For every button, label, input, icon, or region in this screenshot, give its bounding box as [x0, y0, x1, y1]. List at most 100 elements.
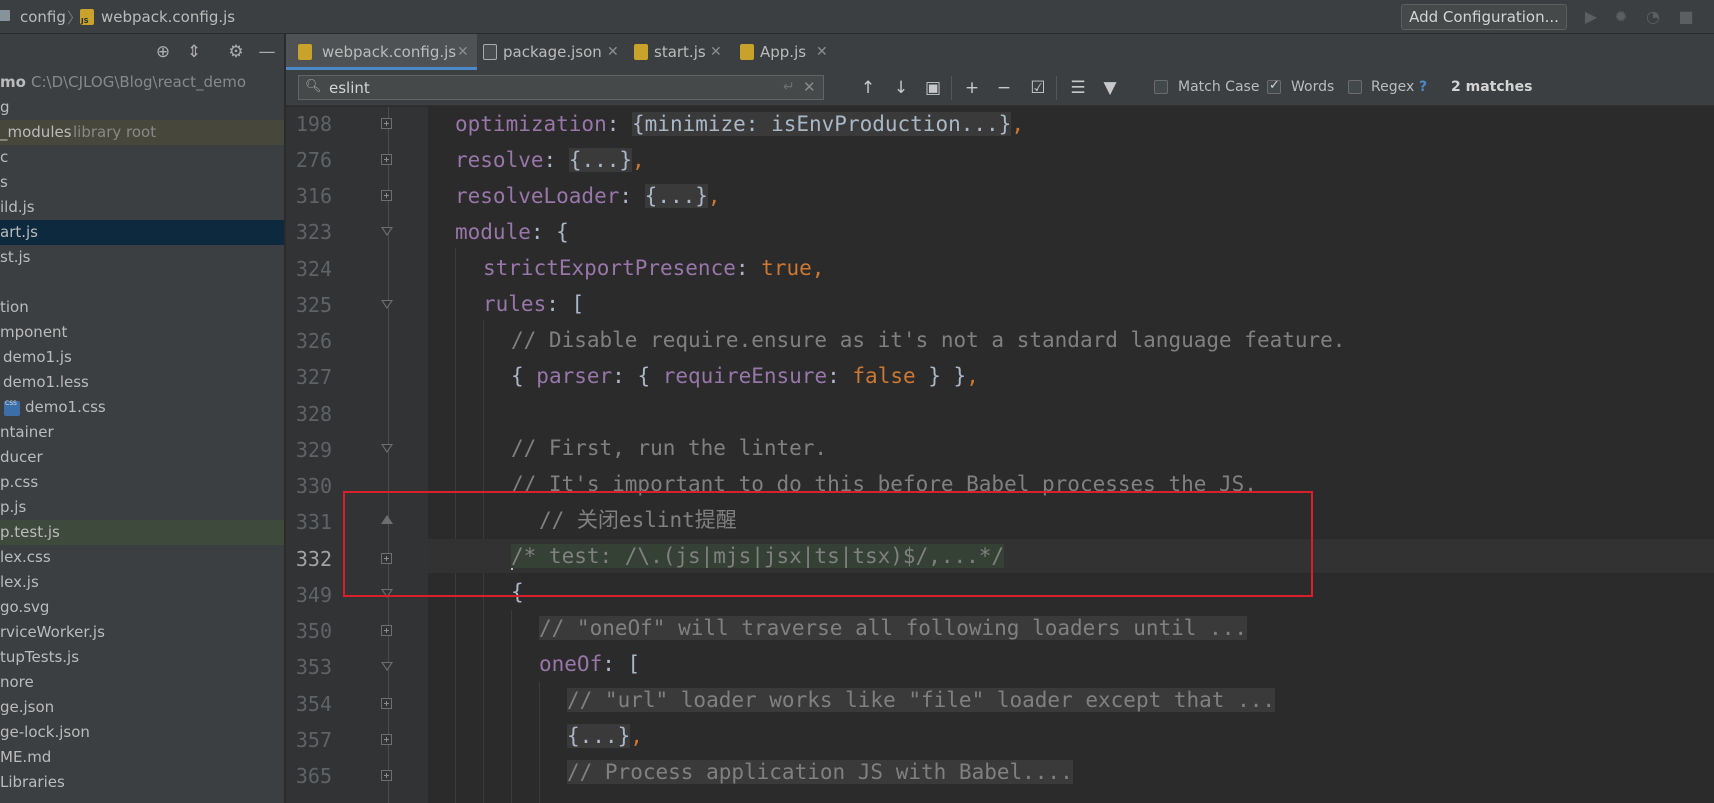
- folded-region[interactable]: {...}: [567, 724, 631, 748]
- collapse-fold-icon[interactable]: [381, 227, 393, 238]
- select-all-occurrences-icon[interactable]: ▣: [923, 78, 943, 98]
- tree-item[interactable]: tupTests.js: [0, 645, 284, 670]
- tab-webpack-config[interactable]: webpack.config.js ✕: [286, 34, 477, 70]
- code-line[interactable]: resolveLoader: {...},: [455, 179, 721, 213]
- expand-fold-icon[interactable]: [381, 154, 392, 165]
- folded-comment-region[interactable]: // "oneOf" will traverse all following l…: [539, 616, 1248, 640]
- tree-item[interactable]: go.svg: [0, 595, 284, 620]
- code-line-comment[interactable]: // First, run the linter.: [511, 431, 827, 465]
- add-configuration-button[interactable]: Add Configuration...: [1401, 4, 1567, 30]
- regex-help-icon[interactable]: ?: [1419, 79, 1427, 95]
- code-line[interactable]: oneOf: [: [539, 647, 640, 681]
- code-line[interactable]: rules: [: [483, 287, 584, 321]
- folded-comment-region[interactable]: // Process application JS with Babel....: [567, 760, 1073, 784]
- tree-item[interactable]: lex.js: [0, 570, 284, 595]
- tree-item[interactable]: lex.css: [0, 545, 284, 570]
- breadcrumb-folder[interactable]: config: [20, 8, 66, 26]
- code-line[interactable]: // "oneOf" will traverse all following l…: [539, 611, 1248, 645]
- stop-icon[interactable]: ■: [1678, 9, 1694, 25]
- tree-item[interactable]: ge.json: [0, 695, 284, 720]
- tree-item[interactable]: demo1.css: [0, 391, 284, 420]
- tree-item[interactable]: p.test.js: [0, 520, 284, 545]
- tree-item[interactable]: mo C:\D\CJLOG\Blog\react_demo: [0, 70, 284, 95]
- next-occurrence-icon[interactable]: ↓: [891, 78, 911, 98]
- tree-item[interactable]: p.js: [0, 495, 284, 520]
- tree-item[interactable]: g: [0, 95, 284, 120]
- tab-app-js[interactable]: App.js ✕: [736, 34, 846, 70]
- tree-item[interactable]: ge-lock.json: [0, 720, 284, 745]
- code-line[interactable]: // Process application JS with Babel....: [567, 755, 1073, 789]
- words-label[interactable]: Words: [1291, 79, 1334, 95]
- tree-item[interactable]: demo1.less: [0, 370, 284, 395]
- tree-item[interactable]: mponent: [0, 320, 284, 345]
- tree-item[interactable]: ducer: [0, 445, 284, 470]
- folded-region[interactable]: {...}: [644, 184, 708, 208]
- tree-item[interactable]: Libraries: [0, 770, 284, 795]
- new-line-icon[interactable]: ↵: [783, 79, 795, 95]
- tree-item-node-modules[interactable]: _modules library root: [0, 120, 284, 145]
- tree-item[interactable]: p.css: [0, 470, 284, 495]
- filter-icon[interactable]: ▼: [1100, 78, 1120, 98]
- close-icon[interactable]: ✕: [607, 34, 619, 70]
- breadcrumb-file[interactable]: webpack.config.js: [101, 8, 235, 26]
- expand-fold-icon[interactable]: [381, 625, 392, 636]
- expand-fold-icon[interactable]: [381, 190, 392, 201]
- folded-region[interactable]: {minimize: isEnvProduction...}: [632, 112, 1012, 136]
- run-icon[interactable]: ▶: [1583, 9, 1599, 25]
- expand-fold-icon[interactable]: [381, 118, 392, 129]
- locate-file-icon[interactable]: ⊕: [153, 42, 173, 62]
- tab-package-json[interactable]: package.json ✕: [477, 34, 630, 70]
- match-case-checkbox[interactable]: [1154, 80, 1168, 94]
- tree-item[interactable]: ild.js: [0, 195, 284, 220]
- folded-region[interactable]: {...}: [568, 148, 633, 172]
- tree-item[interactable]: s: [0, 170, 284, 195]
- collapse-fold-icon[interactable]: [381, 444, 393, 455]
- expand-fold-icon[interactable]: [381, 734, 392, 745]
- settings-gear-icon[interactable]: ⚙: [226, 42, 246, 62]
- tab-start-js[interactable]: start.js ✕: [630, 34, 736, 70]
- tree-item[interactable]: demo1.js: [0, 345, 284, 370]
- words-checkbox[interactable]: [1267, 78, 1281, 94]
- debug-icon[interactable]: ✹: [1613, 9, 1629, 25]
- collapse-fold-icon[interactable]: [381, 300, 393, 311]
- tree-item[interactable]: c: [0, 145, 284, 170]
- previous-occurrence-icon[interactable]: ↑: [858, 78, 878, 98]
- close-icon[interactable]: ✕: [457, 34, 469, 70]
- expand-fold-icon[interactable]: [381, 770, 392, 781]
- code-line[interactable]: resolve: {...},: [455, 143, 645, 177]
- tree-item[interactable]: st.js: [0, 245, 284, 270]
- collapse-all-icon[interactable]: ⇕: [184, 42, 204, 62]
- hide-panel-icon[interactable]: —: [257, 42, 277, 62]
- remove-occurrence-icon[interactable]: −: [994, 78, 1014, 98]
- folded-comment-region[interactable]: // "url" loader works like "file" loader…: [567, 688, 1276, 712]
- tree-item[interactable]: ME.md: [0, 745, 284, 770]
- match-case-label[interactable]: Match Case: [1178, 79, 1259, 95]
- code-line[interactable]: strictExportPresence: true,: [483, 251, 824, 285]
- close-icon[interactable]: ✕: [816, 34, 828, 70]
- add-occurrence-icon[interactable]: +: [962, 78, 982, 98]
- regex-label[interactable]: Regex: [1371, 79, 1414, 95]
- clear-search-icon[interactable]: ✕: [803, 78, 816, 96]
- close-icon[interactable]: ✕: [710, 34, 722, 70]
- code-line[interactable]: module: {: [455, 215, 569, 249]
- select-all-matches-icon[interactable]: ☑: [1028, 78, 1048, 98]
- search-field[interactable]: 🔍︎ ↵ ✕: [298, 75, 824, 100]
- code-line[interactable]: optimization: {minimize: isEnvProduction…: [455, 107, 1024, 141]
- tree-item[interactable]: tion: [0, 295, 284, 320]
- coverage-icon[interactable]: ◔: [1645, 9, 1661, 25]
- collapse-fold-icon[interactable]: [381, 662, 393, 673]
- search-input[interactable]: [329, 78, 749, 98]
- code-line-comment[interactable]: // Disable require.ensure as it's not a …: [511, 323, 1345, 357]
- tree-item-selected[interactable]: art.js: [0, 220, 284, 245]
- tree-item[interactable]: rviceWorker.js: [0, 620, 284, 645]
- regex-checkbox[interactable]: [1348, 80, 1362, 94]
- search-icon[interactable]: 🔍︎: [305, 79, 322, 94]
- expand-fold-icon[interactable]: [381, 698, 392, 709]
- tree-item[interactable]: nore: [0, 670, 284, 695]
- code-line[interactable]: {...},: [567, 719, 643, 753]
- in-selection-icon[interactable]: ☰: [1068, 78, 1088, 98]
- code-line[interactable]: // "url" loader works like "file" loader…: [567, 683, 1276, 717]
- tree-item[interactable]: [0, 270, 284, 295]
- tree-item[interactable]: ntainer: [0, 420, 284, 445]
- code-line[interactable]: { parser: { requireEnsure: false } },: [511, 359, 979, 393]
